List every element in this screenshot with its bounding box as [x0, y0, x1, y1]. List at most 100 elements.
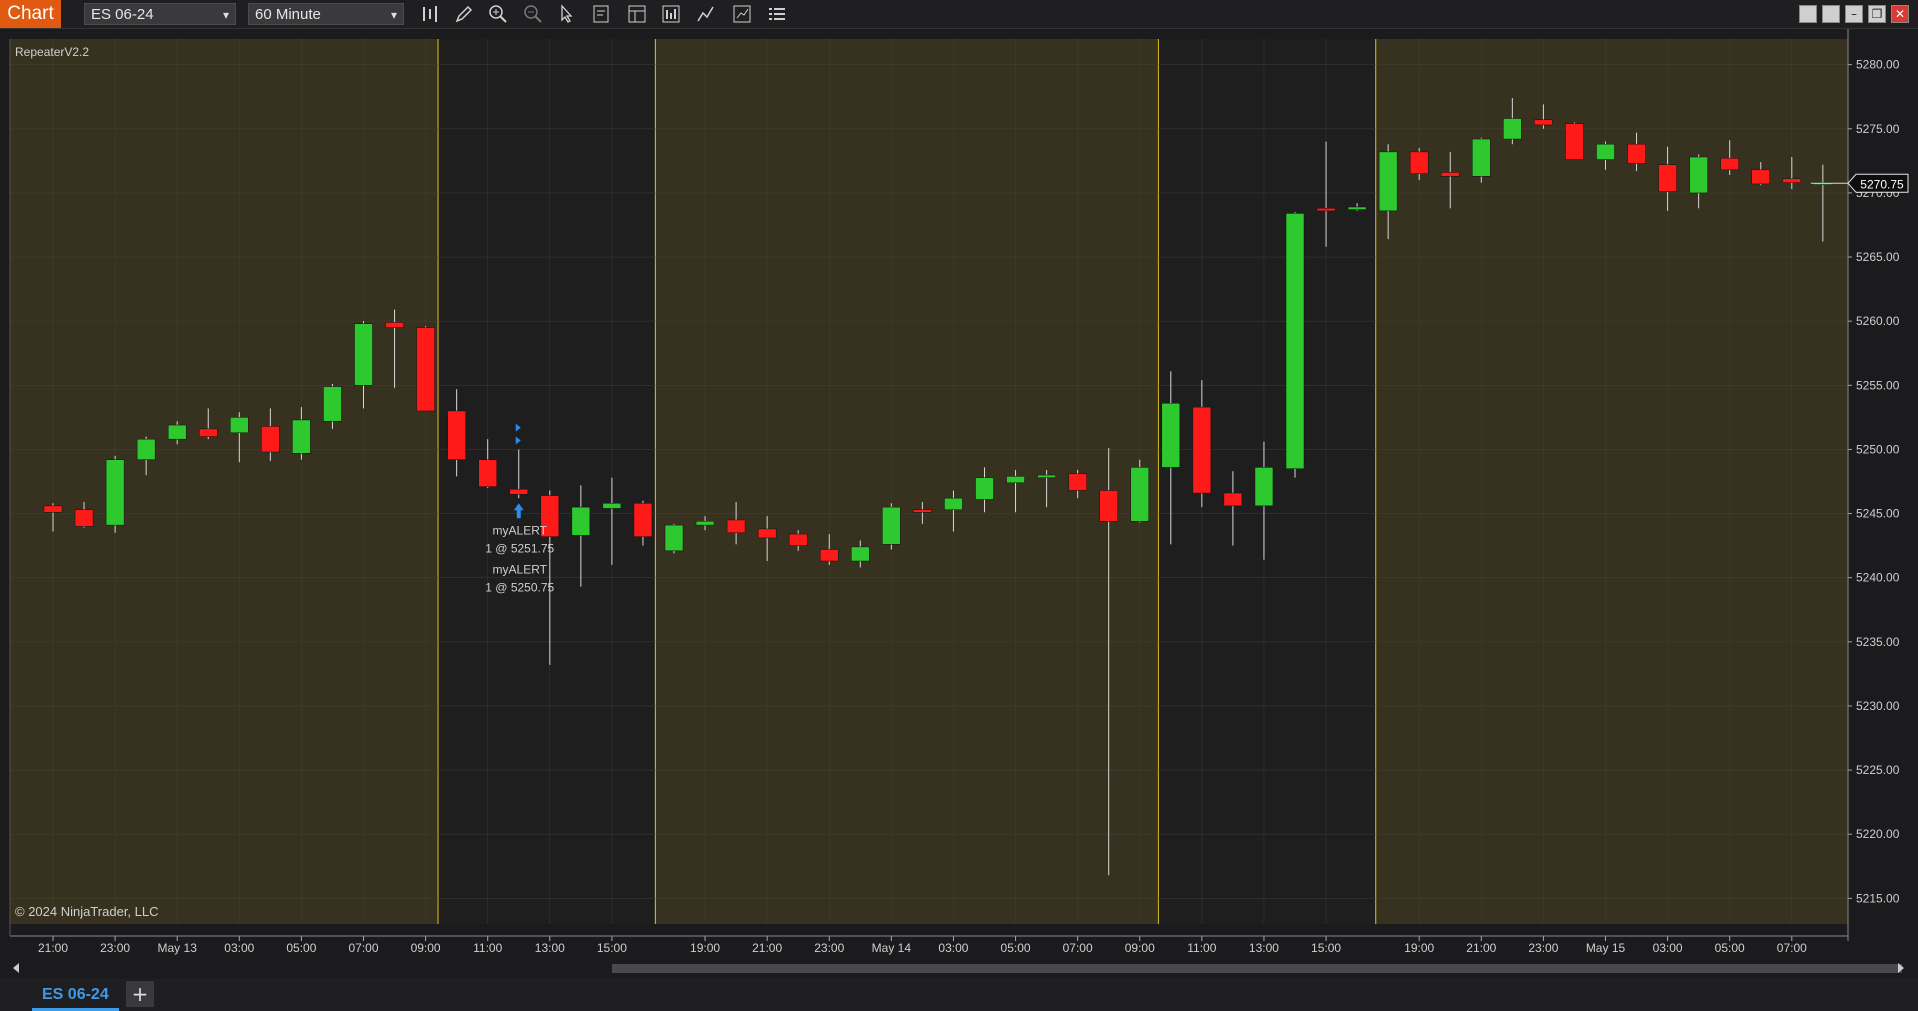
candle-up [230, 417, 249, 434]
price-tick-label: 5215.00 [1856, 891, 1900, 905]
candle-down [416, 327, 435, 412]
candle-down [633, 503, 653, 537]
candle-down [1441, 172, 1460, 177]
alert-name-label: myALERT [493, 523, 548, 537]
time-tick-label: 19:00 [690, 941, 720, 955]
candle-down [385, 322, 404, 328]
candle-up [292, 419, 311, 454]
add-tab-button[interactable]: + [126, 981, 154, 1007]
window-pin-icon[interactable] [1799, 5, 1817, 23]
time-tick-label: May 14 [872, 941, 912, 955]
close-icon[interactable]: ✕ [1891, 5, 1909, 23]
candle-down [1782, 178, 1802, 183]
alert-detail-label: 1 @ 5250.75 [485, 580, 554, 594]
candle-up [167, 424, 187, 440]
time-tick-label: 21:00 [38, 941, 68, 955]
time-tick-label: 23:00 [1528, 941, 1558, 955]
candle-up [136, 438, 156, 460]
time-tick-label: 07:00 [1063, 941, 1093, 955]
session-background [1375, 39, 1848, 924]
window-link-icon[interactable] [1822, 5, 1840, 23]
time-tick-label: 05:00 [1001, 941, 1031, 955]
alert-name-label: myALERT [493, 562, 548, 576]
price-tick-label: 5235.00 [1856, 635, 1900, 649]
candle-up [1596, 143, 1615, 160]
price-chart[interactable]: 5280.005275.005270.005265.005260.005255.… [0, 29, 1918, 959]
candle-up [944, 497, 963, 510]
instrument-value: ES 06-24 [91, 6, 154, 23]
scroll-left-icon[interactable] [13, 963, 19, 973]
price-tick-label: 5225.00 [1856, 763, 1900, 777]
candle-down [1751, 169, 1770, 185]
minimize-icon[interactable]: – [1845, 5, 1863, 23]
timeframe-selector[interactable]: 60 Minute ▾ [248, 3, 404, 25]
candle-up [882, 506, 901, 545]
pointer-icon[interactable] [555, 3, 579, 25]
candle-down [478, 459, 497, 487]
tab-bar: ES 06-24 + [0, 978, 1918, 1011]
candle-down [1316, 208, 1336, 212]
time-tick-label: 09:00 [411, 941, 441, 955]
time-tick-label: 13:00 [1249, 941, 1279, 955]
candle-up [105, 459, 125, 526]
price-tick-label: 5275.00 [1856, 122, 1900, 136]
candle-down [757, 528, 777, 539]
time-tick-label: 09:00 [1125, 941, 1155, 955]
time-tick-label: 15:00 [1311, 941, 1341, 955]
horizontal-scrollbar[interactable] [10, 960, 1908, 977]
candle-up [1285, 213, 1305, 469]
candle-up [571, 506, 591, 536]
maximize-icon[interactable]: ❐ [1868, 5, 1886, 23]
time-tick-label: 03:00 [224, 941, 254, 955]
price-tick-label: 5255.00 [1856, 378, 1900, 392]
instrument-selector[interactable]: ES 06-24 ▾ [84, 3, 236, 25]
candle-up [1037, 474, 1056, 478]
time-tick-label: 07:00 [1777, 941, 1807, 955]
indicators-icon[interactable] [694, 3, 718, 25]
menu-icon[interactable] [765, 3, 789, 25]
candle-up [975, 477, 994, 500]
session-background [10, 39, 439, 924]
time-tick-label: 15:00 [597, 941, 627, 955]
properties-icon[interactable] [625, 3, 649, 25]
pencil-icon[interactable] [452, 3, 476, 25]
time-tick-label: 23:00 [814, 941, 844, 955]
candle-up [1503, 118, 1522, 140]
time-tick-label: 03:00 [938, 941, 968, 955]
candle-up [1161, 403, 1181, 468]
price-tick-label: 5280.00 [1856, 58, 1900, 72]
candle-down [1068, 473, 1087, 491]
data-box-icon[interactable] [590, 3, 614, 25]
tab-es-06-24[interactable]: ES 06-24 [32, 978, 119, 1011]
zoom-out-icon[interactable] [521, 3, 545, 25]
candle-up [1006, 476, 1025, 484]
time-tick-label: 11:00 [473, 941, 502, 955]
candle-down [1534, 119, 1553, 126]
chevron-down-icon: ▾ [222, 8, 229, 22]
price-tick-label: 5250.00 [1856, 442, 1900, 456]
price-tick-label: 5220.00 [1856, 827, 1900, 841]
time-tick-label: 03:00 [1653, 941, 1683, 955]
chart-area[interactable]: 5280.00 5275.00 5270.00 5265.00 5260.00 5255.… [0, 29, 1918, 959]
candle-down [74, 509, 94, 527]
candle-up [664, 524, 684, 552]
candle-up [851, 546, 870, 562]
candle-up [354, 323, 373, 386]
zoom-in-icon[interactable] [486, 3, 510, 25]
chart-menu-button[interactable]: Chart [0, 0, 61, 28]
candle-up [1130, 467, 1149, 522]
candle-up [1254, 467, 1274, 507]
chart-toolbar: Chart ES 06-24 ▾ 60 Minute ▾ – ❐ ✕ [0, 0, 1918, 29]
time-tick-label: May 13 [158, 941, 198, 955]
candle-down [913, 509, 932, 513]
alert-detail-label: 1 @ 5251.75 [485, 541, 554, 555]
candle-down [261, 426, 280, 453]
candle-up [695, 521, 715, 526]
strategies-icon[interactable] [659, 3, 683, 25]
candle-down [1627, 143, 1646, 164]
scroll-thumb[interactable] [612, 964, 1902, 973]
candle-down [1099, 490, 1118, 522]
candle-up [1347, 206, 1367, 210]
chart-trader-icon[interactable] [730, 3, 754, 25]
bar-type-icon[interactable] [418, 3, 442, 25]
